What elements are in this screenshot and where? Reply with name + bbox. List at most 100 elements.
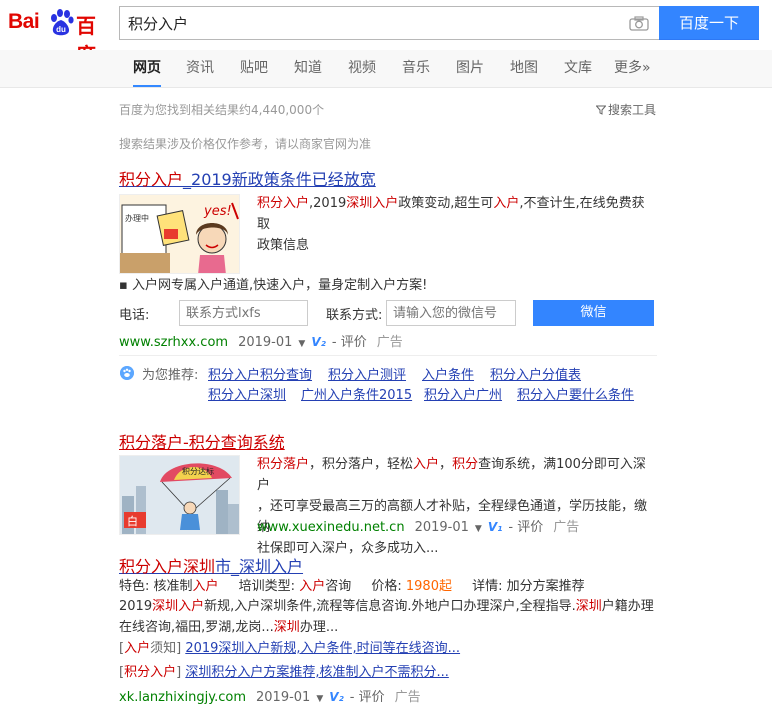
sublink-prefix-text: 须知] [150,641,182,656]
result-1-ad-label: 广告 [376,335,403,350]
recommend-link[interactable]: 积分入户要什么条件 [517,384,634,403]
tab-more[interactable]: 更多» [614,50,651,87]
result-2-url[interactable]: www.xuexinedu.net.cn [257,520,405,535]
tab-music[interactable]: 音乐 [402,50,430,87]
tab-images[interactable]: 图片 [456,50,484,87]
title-highlight: 积分入户 [119,170,184,189]
feature-label: 特色: 核准制 [119,579,193,594]
desc-hl: 入户 [413,457,440,472]
title-text: _2019新政策条件已经放宽 [183,170,376,189]
result-1-date: 2019-01 [238,335,293,350]
sublink[interactable]: 2019深圳入户新规,入户条件,时间等在线咨询... [185,641,460,656]
desc-hl: 深圳 [575,599,602,614]
feature-hl: 入户 [192,579,219,594]
dropdown-arrow-icon[interactable]: ▼ [298,339,305,349]
result-3-sublink-2: [积分入户] 深圳积分入户方案推荐,核准制入户不需积分... [119,662,679,683]
paw-icon: du [51,9,74,36]
svg-text:du: du [56,25,66,34]
search-tools-label: 搜索工具 [608,103,657,117]
baidu-logo[interactable]: Bai du 百度 [8,6,112,67]
sublink-prefix: [入户须知] [119,641,182,656]
search-button[interactable]: 百度一下 [659,6,759,40]
nav-tabs: 网页 资讯 贴吧 知道 视频 音乐 图片 地图 文库 更多» [0,50,772,88]
desc-text: ,2019 [309,196,347,211]
camera-icon[interactable] [629,16,649,31]
search-input[interactable] [128,7,618,39]
result-2-url-line: www.xuexinedu.net.cn 2019-01 ▼ V₁ - 评价 广告 [257,516,579,535]
desc-text: ，积分落户，轻松 [309,457,414,472]
sublink[interactable]: 深圳积分入户方案推荐,核准制入户不需积分... [185,665,449,680]
desc-hl: 积分入户 [257,196,310,211]
sublink-prefix-hl: 积分入户 [124,665,177,680]
header: Bai du 百度 百度一下 [0,0,772,67]
recommend-link[interactable]: 积分入户广州 [424,384,502,403]
result-2-thumbnail[interactable]: 积分达标 白 [119,455,240,535]
result-3-sublink-1: [入户须知] 2019深圳入户新规,入户条件,时间等在线咨询... [119,638,679,659]
phone-input[interactable] [179,300,308,326]
search-tools[interactable]: 搜索工具 [596,101,656,118]
thumb-text: 积分达标 [182,466,214,476]
result-1-thumbnail[interactable]: 办理中 yes! [119,194,240,274]
dropdown-arrow-icon[interactable]: ▼ [475,524,482,534]
rate-label: 评价 [517,520,544,535]
rate-label: 评价 [358,690,385,705]
tab-web[interactable]: 网页 [133,50,161,87]
desc-text: 新规,入户深圳条件,流程等信息咨询.外地户口办理深户,全程指导. [204,599,576,614]
result-1-title-wrap: 积分入户_2019新政策条件已经放宽 [119,166,376,190]
desc-text: 2019 [119,599,153,614]
result-3-date: 2019-01 [256,690,311,705]
result-2-rate[interactable]: - 评价 [508,520,543,535]
svg-text:办理中: 办理中 [125,213,149,223]
result-2-title[interactable]: 积分落户-积分查询系统 [119,433,285,452]
tab-map[interactable]: 地图 [510,50,538,87]
dropdown-arrow-icon[interactable]: ▼ [316,694,323,704]
funnel-icon [596,105,606,115]
feature-label: 培训类型: [238,579,300,594]
wechat-input[interactable] [386,300,516,326]
result-1-bullet: ▪ 入户网专属入户通道,快速入户，量身定制入户方案! [119,278,428,293]
result-count: 百度为您找到相关结果约4,440,000个 [119,103,325,117]
feature-label: 价格: [371,579,406,594]
recommend-link[interactable]: 积分入户积分查询 [208,364,312,383]
result-2-desc: 积分落户，积分落户，轻松入户，积分查询系统，满100分即可入深户 ，还可享受最高三… [257,454,657,559]
verified-v-icon[interactable]: V₂ [311,335,326,349]
desc-text: 户籍办理 [601,599,654,614]
desc-text: 办理... [299,620,339,635]
tab-wenku[interactable]: 文库 [564,50,592,87]
tab-news[interactable]: 资讯 [186,50,214,87]
desc-text: 在线咨询,福田,罗湖,龙岗... [119,620,274,635]
recommend-link[interactable]: 广州入户条件2015 [301,384,412,403]
title-text: 市_深圳入户 [215,557,304,576]
recommend-link[interactable]: 入户条件 [422,364,474,383]
result-1-desc: 积分入户,2019深圳入户政策变动,超生可入户,不查计生,在线免费获取 政策信息 [257,193,657,256]
result-3-desc: 2019深圳入户新规,入户深圳条件,流程等信息咨询.外地户口办理深户,全程指导.… [119,596,659,638]
verified-v-icon[interactable]: V₂ [329,690,344,704]
recommend-link[interactable]: 积分入户分值表 [490,364,581,383]
tab-video[interactable]: 视频 [348,50,376,87]
desc-hl: 入户 [493,196,520,211]
result-1-url[interactable]: www.szrhxx.com [119,335,228,350]
desc-hl: 积分 [452,457,479,472]
cartoon-image: 办理中 yes! [120,195,239,273]
result-3-url-line: xk.lanzhixingjy.com 2019-01 ▼ V₂ - 评价 广告 [119,686,421,705]
result-1-url-line: www.szrhxx.com 2019-01 ▼ V₂ - 评价 广告 [119,331,403,350]
tab-zhidao[interactable]: 知道 [294,50,322,87]
divider [119,355,657,356]
result-3-url[interactable]: xk.lanzhixingjy.com [119,690,246,705]
tab-tieba[interactable]: 贴吧 [240,50,268,87]
result-3-title[interactable]: 积分入户深圳市_深圳入户 [119,557,303,576]
wechat-button[interactable]: 微信 [533,300,654,326]
sublink-prefix: [积分入户] [119,665,182,680]
recommend-link[interactable]: 积分入户测评 [328,364,406,383]
result-1-rate[interactable]: - 评价 [332,335,367,350]
desc-text: 政策变动,超生可 [398,196,494,211]
verified-v-icon[interactable]: V₁ [488,520,503,534]
result-2-date: 2019-01 [414,520,469,535]
recommend-link[interactable]: 积分入户深圳 [208,384,286,403]
result-1-title[interactable]: 积分入户_2019新政策条件已经放宽 [119,170,376,189]
phone-label: 电话: [119,308,150,323]
result-3-rate[interactable]: - 评价 [350,690,385,705]
price-value: 1980起 [405,579,452,594]
desc-hl: 深圳入户 [346,196,399,211]
title-highlight: 积分入户深圳 [119,557,216,576]
